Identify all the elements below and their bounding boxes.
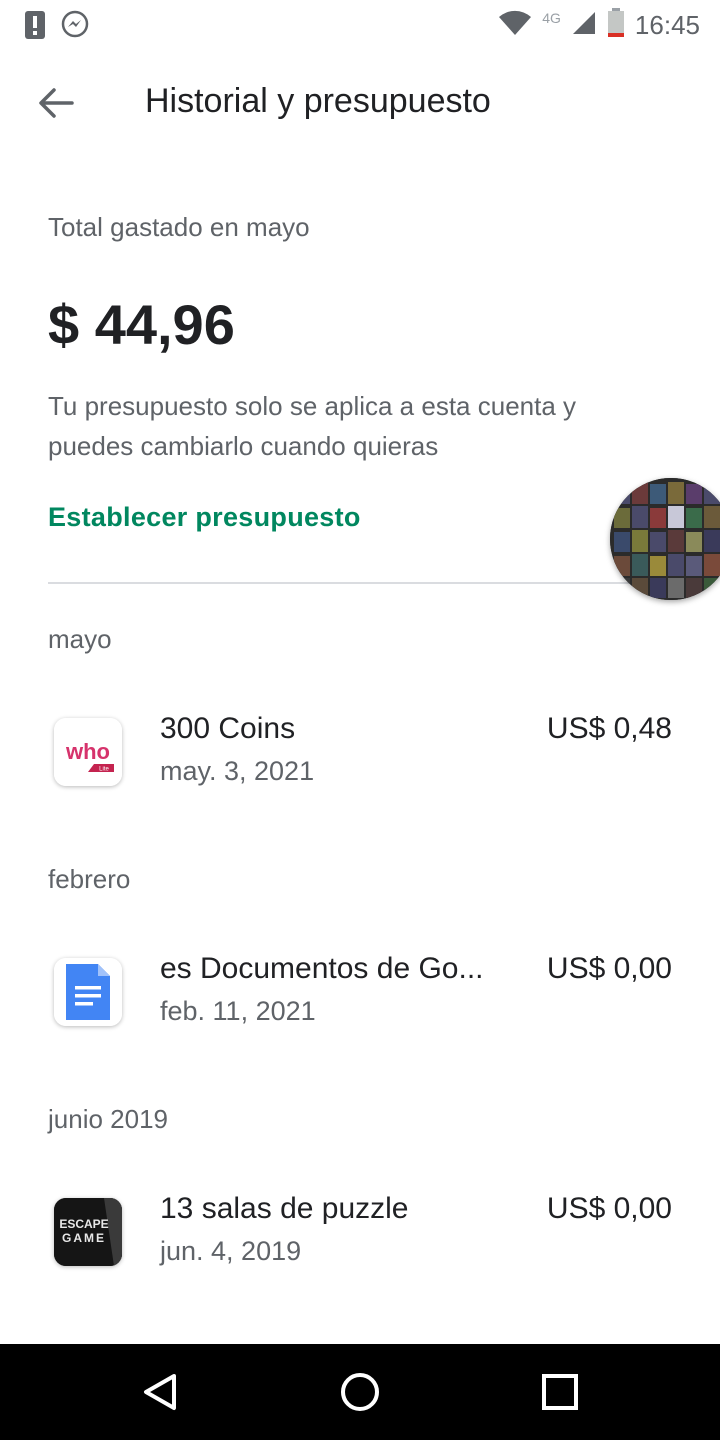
who-icon-text: who [65,739,110,764]
set-budget-link[interactable]: Establecer presupuesto [48,502,361,533]
item-title: es Documentos de Go... [160,952,484,985]
back-button[interactable] [30,82,82,128]
total-spent-amount: $ 44,96 [48,293,235,356]
purchase-row[interactable]: es Documentos de Go... feb. 11, 2021 US$… [0,952,720,1058]
nav-back-icon [144,1374,176,1410]
item-price: US$ 0,00 [546,952,672,985]
month-header: junio 2019 [48,1104,168,1134]
item-price: US$ 0,48 [546,712,672,745]
google-docs-icon [54,958,122,1026]
nav-recents-button[interactable] [538,1370,582,1414]
item-date: may. 3, 2021 [160,756,315,786]
game-icon-text: GAME [62,1231,106,1245]
month-header: mayo [48,624,112,654]
wifi-icon [498,9,532,42]
bubble-thumbnail-image [610,478,720,600]
status-time: 16:45 [634,10,700,40]
item-title: 300 Coins [160,712,296,745]
nav-home-button[interactable] [338,1370,382,1414]
month-header: febrero [48,864,131,894]
item-date: feb. 11, 2021 [160,996,316,1026]
network-type-label: 4G [542,9,561,26]
purchase-row[interactable]: who Lite 300 Coins may. 3, 2021 US$ 0,48 [0,712,720,818]
total-spent-label: Total gastado en mayo [48,212,310,242]
escape-icon-text: ESCAPE [59,1217,108,1231]
item-price: US$ 0,00 [546,1192,672,1225]
battery-icon [607,8,625,43]
nav-recents-icon [542,1374,578,1410]
divider [48,582,672,584]
who-lite-text: Lite [99,767,109,773]
page-title: Historial y presupuesto [145,82,491,120]
signal-icon [571,10,597,41]
messenger-icon [60,10,90,45]
navigation-bar [0,1344,720,1440]
purchase-row[interactable]: ESCAPE GAME 13 salas de puzzle jun. 4, 2… [0,1192,720,1298]
nav-back-button[interactable] [138,1370,182,1414]
floating-bubble[interactable] [610,478,720,600]
escape-game-icon: ESCAPE GAME [54,1198,122,1266]
item-title: 13 salas de puzzle [160,1192,409,1225]
item-date: jun. 4, 2019 [160,1236,302,1266]
app-bar: Historial y presupuesto [0,60,720,150]
status-bar: 4G 16:45 [0,0,720,50]
alert-icon [24,10,46,45]
back-arrow-icon [38,87,74,124]
who-app-icon: who Lite [54,718,122,786]
budget-note: Tu presupuesto solo se aplica a esta cue… [48,391,577,461]
nav-home-icon [341,1373,379,1411]
